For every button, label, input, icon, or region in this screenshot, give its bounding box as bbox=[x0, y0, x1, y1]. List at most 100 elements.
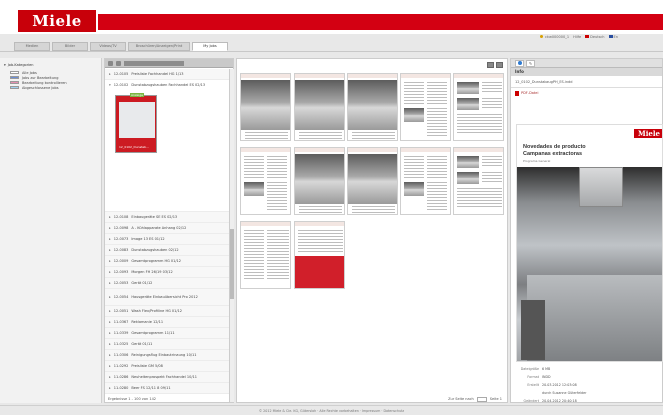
expand-right-icon[interactable]: ▸ bbox=[109, 342, 111, 346]
page-thumbnail[interactable] bbox=[347, 147, 398, 215]
user-menu[interactable]: ckw000000_1 bbox=[540, 35, 569, 39]
job-list-item[interactable]: ▸ 12-0098 A - Kühlapparate Anhang 02/12 bbox=[105, 223, 229, 234]
job-list-item[interactable]: ▸ 12-0054 Hausgeräte Einbauübersicht Pro 2… bbox=[105, 289, 229, 306]
job-list-scrollbar[interactable] bbox=[229, 69, 234, 402]
language-de[interactable]: Deutsch bbox=[585, 35, 605, 39]
metadata-key: Erstellt bbox=[527, 383, 539, 387]
page-thumbnail[interactable] bbox=[240, 73, 291, 141]
expand-right-icon[interactable]: ▸ bbox=[109, 364, 111, 368]
job-cover-thumbnail[interactable]: Anzeige 12_0102_Dunstab... bbox=[115, 93, 157, 153]
job-list-item[interactable]: ▸ 12-0073 Image 13 ES 01/12 bbox=[105, 234, 229, 245]
job-title: Hausgeräte Einbauübersicht Pro 2012 bbox=[131, 295, 198, 299]
job-list-item[interactable]: ▸ 11-0325 Gerät 01/11 bbox=[105, 339, 229, 350]
filter-icon[interactable] bbox=[116, 60, 121, 66]
expand-right-icon[interactable]: ▸ bbox=[109, 259, 111, 263]
footer-text: © 2012 Miele & Cie. KG, Gütersloh · Alle… bbox=[258, 408, 405, 413]
expand-right-icon[interactable]: ▸ bbox=[109, 353, 111, 357]
job-title: Gesamtprogramm HG 01/12 bbox=[131, 259, 182, 263]
job-list-item[interactable]: ▸ 11-0306 Reinigungsflug Einbautrinaung 10… bbox=[105, 350, 229, 361]
expand-right-icon[interactable]: ▸ bbox=[109, 320, 111, 324]
job-list-item[interactable]: ▸ 12-0053 Gerät 01/12 bbox=[105, 278, 229, 289]
page-thumbnail[interactable] bbox=[453, 73, 504, 141]
expand-right-icon[interactable]: ▸ bbox=[109, 270, 111, 274]
job-title: Wash Flex/Profiline HG 01/12 bbox=[131, 309, 182, 313]
language-en[interactable]: En bbox=[608, 35, 618, 39]
expand-right-icon[interactable]: ▸ bbox=[109, 309, 111, 313]
job-id: 12-0102 bbox=[113, 83, 129, 87]
expand-right-icon[interactable]: ▸ bbox=[109, 237, 111, 241]
page-nav-select[interactable] bbox=[476, 396, 487, 402]
expand-right-icon[interactable]: ▸ bbox=[109, 375, 111, 379]
tree-root[interactable]: ▾ Job-Kategorien bbox=[4, 63, 97, 67]
pdf-download-link[interactable]: PDF-Datei bbox=[511, 88, 662, 98]
tab-videos[interactable]: Videos/TV bbox=[90, 42, 126, 51]
expand-down-icon[interactable]: ▾ bbox=[109, 83, 111, 87]
job-list-item[interactable]: ▸ 12-0108 Einbaugeräte SE ES 02/13 bbox=[105, 212, 229, 223]
job-id: 11-0339 bbox=[113, 331, 129, 335]
job-id: 11-0325 bbox=[113, 342, 129, 346]
category-color-swatch bbox=[10, 76, 19, 79]
pdf-icon bbox=[515, 90, 519, 96]
job-list-item[interactable]: ▸ 12-0093 Morgen FH 26/19 03/12 bbox=[105, 267, 229, 278]
page-thumbnail[interactable] bbox=[347, 73, 398, 141]
job-list-item[interactable]: ▸ 12-0105 Preisliste Fachhandel HG 1/13 bbox=[105, 69, 229, 80]
expand-icon: ▾ bbox=[4, 63, 6, 67]
tab-my-jobs[interactable]: My Jobs bbox=[192, 42, 228, 51]
job-list-item[interactable]: ▸ 12-0083 Dunstabzugshauben 02/12 bbox=[105, 245, 229, 256]
page-thumbnail[interactable] bbox=[453, 147, 504, 215]
tab-media[interactable]: Medien bbox=[14, 42, 50, 51]
job-list-item[interactable]: ▸ 11-0367 Reklamanie 12/11 bbox=[105, 317, 229, 328]
page-photo bbox=[348, 80, 397, 130]
job-list-pager: Ergebnisse 1 - 100 von 142 bbox=[104, 395, 234, 403]
page-header-strip bbox=[241, 148, 290, 152]
job-list-item[interactable]: ▸ 11-0286 Neuheitenprospekt Fachhandel 10/… bbox=[105, 372, 229, 383]
tab-brochures[interactable]: Broschüren/Anzeigen/Print bbox=[128, 42, 190, 51]
page-photo bbox=[244, 182, 264, 196]
page-photo bbox=[457, 172, 479, 184]
job-list-item[interactable]: ▸ 12-0051 Wash Flex/Profiline HG 01/12 bbox=[105, 306, 229, 317]
page-thumbnail[interactable] bbox=[240, 147, 291, 215]
expand-right-icon[interactable]: ▸ bbox=[109, 281, 111, 285]
job-title: Preisliste GM 5/08 bbox=[131, 364, 163, 368]
page-thumbnail[interactable] bbox=[240, 221, 291, 289]
collapse-icon[interactable] bbox=[108, 60, 113, 66]
scrollbar-thumb[interactable] bbox=[230, 229, 234, 299]
expand-right-icon[interactable]: ▸ bbox=[109, 215, 111, 219]
document-preview[interactable]: Miele Novedades de producto Campanas ext… bbox=[516, 124, 663, 362]
page-thumbnail[interactable] bbox=[400, 147, 451, 215]
job-list-item[interactable]: ▸ 11-0292 Preisliste GM 5/08 bbox=[105, 361, 229, 372]
job-list-panel: ▸ 12-0105 Preisliste Fachhandel HG 1/13 ▾ 12… bbox=[104, 58, 234, 403]
list-view-button[interactable] bbox=[496, 62, 503, 68]
job-id: 12-0053 bbox=[113, 281, 129, 285]
page-thumbnail[interactable] bbox=[294, 221, 345, 289]
job-title: Gerät 01/12 bbox=[131, 281, 153, 285]
page-nav-value: Seite 1 bbox=[489, 397, 502, 401]
job-search-input[interactable] bbox=[124, 60, 184, 66]
job-title: Preisliste Fachhandel HG 1/13 bbox=[131, 72, 184, 76]
expand-right-icon[interactable]: ▸ bbox=[109, 248, 111, 252]
page-thumbnail[interactable] bbox=[294, 147, 345, 215]
tab-edit[interactable]: ✎ bbox=[526, 59, 535, 67]
job-list-item[interactable]: ▸ 12-0009 Gesamtprogramm HG 01/12 bbox=[105, 256, 229, 267]
page-thumbnail[interactable] bbox=[400, 73, 451, 141]
tab-info[interactable] bbox=[515, 59, 524, 67]
job-title: Gesamtprogramm 11/11 bbox=[131, 331, 175, 335]
page-header-strip bbox=[401, 148, 450, 152]
expand-right-icon[interactable]: ▸ bbox=[109, 386, 111, 390]
tab-images[interactable]: Bilder bbox=[52, 42, 88, 51]
grid-view-button[interactable] bbox=[487, 62, 494, 68]
expand-right-icon[interactable]: ▸ bbox=[109, 295, 111, 299]
expand-right-icon[interactable]: ▸ bbox=[109, 226, 111, 230]
sidebar-item-completed[interactable]: Abgeschlossene Jobs bbox=[10, 85, 97, 90]
help-link[interactable]: Hilfe bbox=[573, 35, 581, 39]
page-thumbnail[interactable] bbox=[294, 73, 345, 141]
expand-right-icon[interactable]: ▸ bbox=[109, 331, 111, 335]
page-text bbox=[427, 156, 447, 178]
job-list-item[interactable]: ▸ 11-0339 Gesamtprogramm 11/11 bbox=[105, 328, 229, 339]
job-list-item[interactable]: ▸ 11-0280 Beer FS 12/11 8 09/11 bbox=[105, 383, 229, 394]
job-title: A - Kühlapparate Anhang 02/12 bbox=[131, 226, 187, 230]
job-list-item[interactable]: ▾ 12-0102 Dunstabzugshauben Fachhandel ES … bbox=[105, 80, 229, 212]
expand-right-icon[interactable]: ▸ bbox=[109, 72, 111, 76]
page-text bbox=[482, 98, 502, 110]
page-text bbox=[245, 132, 288, 140]
